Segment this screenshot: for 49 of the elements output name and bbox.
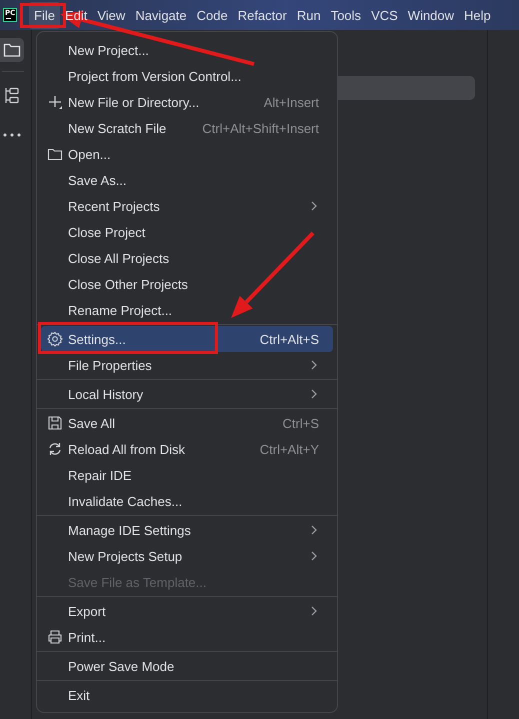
menu-bar-item[interactable]: Run <box>292 2 326 28</box>
structure-icon <box>4 87 20 105</box>
menu-item[interactable]: Save As... <box>41 167 333 193</box>
menu-bar-item[interactable]: Tools <box>326 2 366 28</box>
plus-icon <box>47 94 63 110</box>
printer-icon <box>47 629 63 645</box>
menu-item[interactable]: Close Project <box>41 219 333 245</box>
menu-item[interactable]: Close Other Projects <box>41 271 333 297</box>
menu-item[interactable]: Settings... Ctrl+Alt+S <box>41 326 333 352</box>
menu-bar-item[interactable]: View <box>92 2 130 28</box>
menu-item[interactable]: Rename Project... <box>41 297 333 323</box>
menu-item[interactable]: Manage IDE Settings <box>41 517 333 543</box>
tool-window-button[interactable] <box>0 38 24 62</box>
menu-item[interactable]: File Properties <box>41 352 333 378</box>
menu-bar-item[interactable]: VCS <box>366 2 403 28</box>
menu-bar-item[interactable]: Refactor <box>232 2 292 28</box>
menu-item[interactable]: Project from Version Control... <box>41 63 333 89</box>
shortcut-text: Ctrl+Alt+Shift+Insert <box>202 120 319 136</box>
menu-item[interactable]: Recent Projects <box>41 193 333 219</box>
menu-item[interactable]: New Projects Setup <box>41 543 333 569</box>
menu-item[interactable]: Repair IDE <box>41 462 333 488</box>
menu-bar-item[interactable]: Navigate <box>130 2 192 28</box>
menu-bar-item[interactable]: Window <box>402 2 460 28</box>
more-icon <box>3 133 21 137</box>
folder-icon <box>47 146 63 162</box>
menu-bar-item[interactable]: File <box>29 2 60 28</box>
shortcut-text: Alt+Insert <box>264 94 319 110</box>
menu-item[interactable]: New Project... <box>41 37 333 63</box>
settings-icon <box>47 331 63 347</box>
folder-icon <box>3 42 21 58</box>
menu-bar-item[interactable]: Help <box>459 2 496 28</box>
reload-icon <box>47 441 63 457</box>
menu-item[interactable]: Close All Projects <box>41 245 333 271</box>
menu-item[interactable]: Exit <box>41 682 333 708</box>
menu-item[interactable]: Invalidate Caches... <box>41 488 333 514</box>
menu-item[interactable]: Open... <box>41 141 333 167</box>
menu-item[interactable]: New Scratch File Ctrl+Alt+Shift+Insert <box>41 115 333 141</box>
menu-item[interactable]: Print... <box>41 624 333 650</box>
menu-item[interactable]: Reload All from Disk Ctrl+Alt+Y <box>41 436 333 462</box>
shortcut-text: Ctrl+S <box>282 416 319 430</box>
menu-item[interactable]: Power Save Mode <box>41 653 333 679</box>
shortcut-text: Ctrl+Alt+Y <box>260 442 319 456</box>
shortcut-text: Ctrl+Alt+S <box>260 332 319 346</box>
menu-bar-item[interactable]: Code <box>192 2 233 28</box>
menu-item[interactable]: Export <box>41 598 333 624</box>
menu-item[interactable]: New File or Directory... Alt+Insert <box>41 89 333 115</box>
menu-item[interactable]: Local History <box>41 381 333 407</box>
save-icon <box>47 415 63 431</box>
menu-item[interactable]: Save All Ctrl+S <box>41 410 333 436</box>
